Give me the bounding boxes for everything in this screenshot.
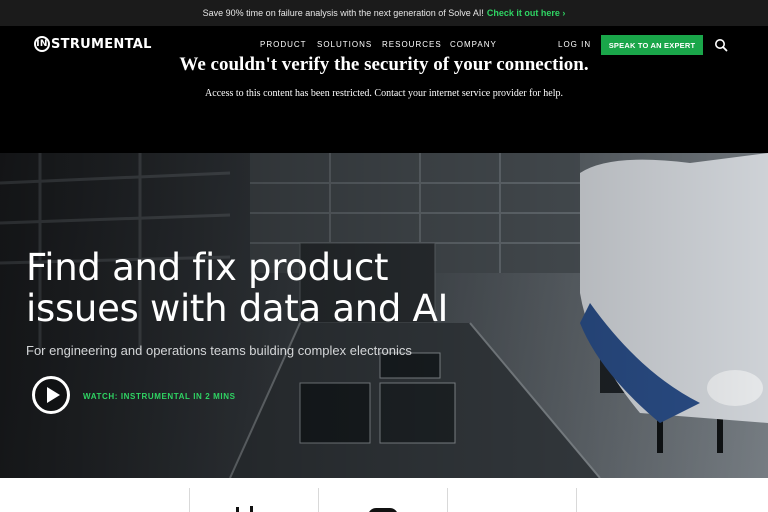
nav-item-solutions[interactable]: SOLUTIONS bbox=[317, 40, 372, 49]
logo-strip bbox=[0, 478, 768, 512]
hero-title: Find and fix product issues with data an… bbox=[26, 246, 449, 330]
logo-wordmark: STRUMENTAL bbox=[51, 36, 152, 52]
announcement-bar: Save 90% time on failure analysis with t… bbox=[0, 0, 768, 26]
divider bbox=[189, 488, 190, 512]
security-error-message: Access to this content has been restrict… bbox=[205, 88, 563, 99]
security-error-title: We couldn't verify the security of your … bbox=[179, 54, 589, 75]
login-link[interactable]: LOG IN bbox=[558, 40, 591, 49]
announcement-link[interactable]: Check it out here › bbox=[487, 8, 566, 18]
hero-section: Find and fix product issues with data an… bbox=[0, 153, 768, 478]
nav-item-company[interactable]: COMPANY bbox=[450, 40, 497, 49]
customer-logo-partial bbox=[236, 506, 253, 512]
nav-item-resources[interactable]: RESOURCES bbox=[382, 40, 442, 49]
watch-video-link[interactable]: WATCH: INSTRUMENTAL IN 2 MINS bbox=[83, 392, 236, 401]
divider bbox=[447, 488, 448, 512]
hero-subtitle: For engineering and operations teams bui… bbox=[26, 343, 412, 358]
speak-to-expert-button[interactable]: SPEAK TO AN EXPERT bbox=[601, 35, 703, 55]
instrumental-logo[interactable]: IN STRUMENTAL bbox=[34, 35, 152, 53]
customer-logo-partial bbox=[368, 508, 398, 512]
search-icon[interactable] bbox=[714, 38, 728, 52]
nav-item-product[interactable]: PRODUCT bbox=[260, 40, 307, 49]
divider bbox=[318, 488, 319, 512]
play-video-button[interactable] bbox=[32, 376, 70, 414]
play-icon bbox=[47, 387, 60, 403]
divider bbox=[576, 488, 577, 512]
logo-mark: IN bbox=[34, 36, 50, 52]
announcement-text: Save 90% time on failure analysis with t… bbox=[202, 8, 484, 18]
